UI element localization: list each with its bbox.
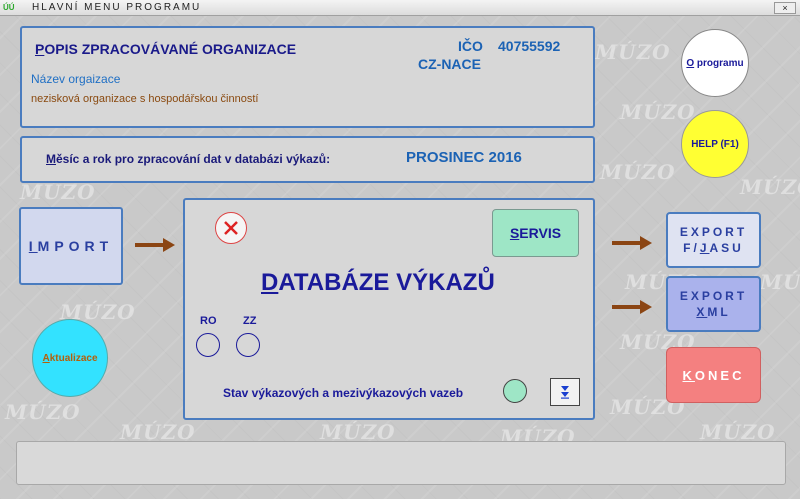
validation-details-button[interactable] [550, 378, 580, 406]
import-hotkey: I [28, 238, 38, 254]
update-text: ktualizace [49, 352, 98, 364]
arrow-right-icon [612, 236, 652, 250]
export-fjasu-line2-a: F/ [683, 241, 700, 255]
database-title-hotkey: D [261, 269, 279, 296]
update-hotkey: A [42, 352, 50, 364]
arrow-right-icon [612, 300, 652, 314]
export-xml-line2: XML [696, 304, 730, 320]
export-fjasu-button[interactable]: EXPORT F/JASU [666, 212, 761, 268]
organization-panel: POPIS ZPRACOVÁVANÉ ORGANIZACE IČO 407555… [20, 26, 595, 128]
export-xml-hotkey: X [696, 305, 708, 319]
period-label-text: ěsíc a rok pro zpracování dat v databázi… [56, 152, 331, 166]
organization-name-value: nezisková organizace s hospodářskou činn… [31, 93, 259, 105]
ro-indicator[interactable] [196, 333, 220, 357]
import-text: MPORT [37, 238, 114, 254]
delete-x-icon [224, 221, 238, 235]
export-fjasu-line1: EXPORT [679, 225, 748, 239]
organization-heading-hotkey: P [35, 41, 45, 57]
window-title: HLAVNÍ MENU PROGRAMU [32, 2, 202, 13]
service-hotkey: S [509, 225, 520, 241]
period-value[interactable]: PROSINEC 2016 [406, 149, 522, 166]
export-xml-button[interactable]: EXPORT XML [666, 276, 761, 332]
title-bar: ÚÚ HLAVNÍ MENU PROGRAMU × [0, 0, 800, 16]
update-label: Aktualizace [42, 353, 97, 364]
database-title-text: ATABÁZE VÝKAZŮ [278, 269, 495, 296]
service-text: ERVIS [519, 225, 562, 241]
app-icon: ÚÚ [3, 3, 15, 12]
ico-label: IČO [458, 38, 483, 54]
update-button[interactable]: Aktualizace [32, 319, 108, 397]
zz-label: ZZ [243, 315, 257, 327]
ico-value: 40755592 [498, 38, 561, 54]
database-title: DATABÁZE VÝKAZŮ [261, 269, 495, 297]
service-button[interactable]: SERVIS [492, 209, 579, 257]
arrow-down-icon [561, 386, 569, 399]
period-label: Měsíc a rok pro zpracování dat v databáz… [46, 152, 330, 166]
organization-heading: POPIS ZPRACOVÁVANÉ ORGANIZACE [35, 41, 296, 57]
service-label: SERVIS [510, 225, 561, 241]
period-panel: Měsíc a rok pro zpracování dat v databáz… [20, 136, 595, 183]
help-button[interactable]: HELP (F1) [681, 110, 749, 178]
exit-hotkey: K [682, 367, 695, 383]
ro-label: RO [200, 315, 217, 327]
status-bar [16, 441, 786, 485]
export-fjasu-line2: F/JASU [683, 240, 744, 256]
delete-database-button[interactable] [215, 212, 247, 244]
about-program-label: O programu [686, 58, 743, 69]
about-program-hotkey: O [686, 57, 695, 69]
organization-name-label: Název orgaizace [31, 72, 121, 86]
help-label: HELP (F1) [691, 138, 739, 150]
export-fjasu-line2-b: ASU [709, 241, 744, 255]
export-xml-line1: EXPORT [679, 289, 748, 303]
validation-status-label: Stav výkazových a mezivýkazových vazeb [223, 386, 464, 400]
period-label-hotkey: M [46, 152, 56, 166]
about-program-button[interactable]: O programu [681, 29, 749, 97]
import-label: IMPORT [29, 238, 113, 254]
validation-status-indicator[interactable] [503, 379, 527, 403]
exit-button[interactable]: KONEC [666, 347, 761, 403]
export-fjasu-hotkey: J [699, 241, 710, 255]
close-button[interactable]: × [774, 2, 796, 14]
arrow-right-icon [135, 238, 175, 252]
organization-heading-text: OPIS ZPRACOVÁVANÉ ORGANIZACE [44, 41, 297, 57]
exit-label: KONEC [683, 368, 745, 383]
about-program-text: programu [694, 57, 744, 69]
exit-text: ONEC [694, 367, 745, 383]
nace-label: CZ-NACE [418, 56, 481, 72]
zz-indicator[interactable] [236, 333, 260, 357]
export-xml-text: ML [707, 305, 731, 319]
import-button[interactable]: IMPORT [19, 207, 123, 285]
